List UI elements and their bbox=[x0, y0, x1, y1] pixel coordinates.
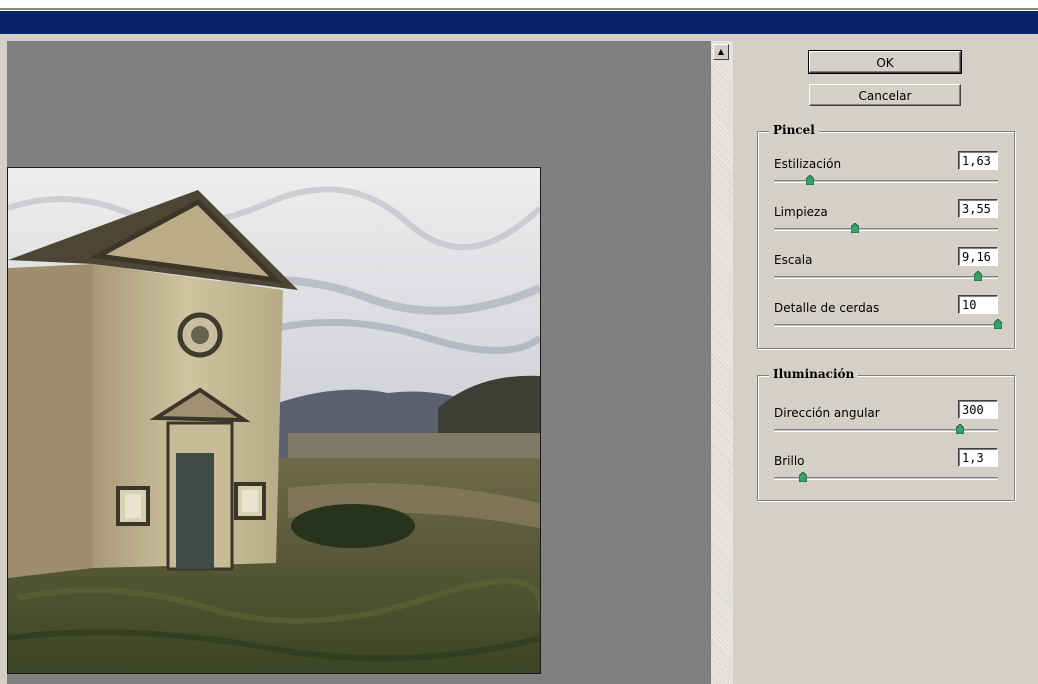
iluminacion-group: Iluminación Dirección angular 300 Brillo… bbox=[757, 367, 1015, 501]
limpieza-slider-track[interactable] bbox=[774, 228, 998, 231]
param-label: Escala bbox=[774, 253, 813, 267]
direccion-angular-slider-track[interactable] bbox=[774, 429, 998, 432]
pincel-legend: Pincel bbox=[769, 123, 819, 137]
param-label: Brillo bbox=[774, 454, 805, 468]
title-bar bbox=[0, 0, 1038, 34]
estilizacion-input[interactable]: 1,63 bbox=[958, 151, 998, 170]
param-label: Dirección angular bbox=[774, 406, 880, 420]
brillo-slider-thumb-icon[interactable] bbox=[799, 472, 808, 482]
param-detalle-de-cerdas: Detalle de cerdas 10 bbox=[774, 295, 1002, 335]
detalle-de-cerdas-slider-track[interactable] bbox=[774, 324, 998, 327]
cancel-button[interactable]: Cancelar bbox=[809, 84, 961, 106]
preview-image[interactable] bbox=[7, 167, 541, 674]
direccion-angular-slider-thumb-icon[interactable] bbox=[955, 424, 964, 434]
param-label: Estilización bbox=[774, 157, 842, 171]
scroll-up-arrow-icon[interactable]: ▲ bbox=[713, 44, 729, 60]
preview-area[interactable] bbox=[7, 41, 711, 684]
direccion-angular-input[interactable]: 300 bbox=[958, 400, 998, 419]
param-escala: Escala 9,16 bbox=[774, 247, 998, 287]
oil-paint-chapel-picture bbox=[8, 168, 540, 673]
param-estilizacion: Estilización 1,63 bbox=[774, 151, 998, 191]
param-limpieza: Limpieza 3,55 bbox=[774, 199, 998, 239]
preview-vertical-scrollbar[interactable]: ▲ bbox=[711, 41, 733, 684]
ok-button[interactable]: OK bbox=[808, 50, 962, 74]
detalle-de-cerdas-input[interactable]: 10 bbox=[958, 295, 998, 314]
param-label: Detalle de cerdas bbox=[774, 301, 880, 315]
escala-slider-track[interactable] bbox=[774, 276, 998, 279]
param-direccion-angular: Dirección angular 300 bbox=[774, 400, 998, 440]
param-label: Limpieza bbox=[774, 205, 828, 219]
iluminacion-legend: Iluminación bbox=[769, 367, 859, 381]
detalle-de-cerdas-slider-thumb-icon[interactable] bbox=[994, 319, 1002, 329]
title-bar-top-edge bbox=[0, 8, 1038, 10]
pincel-group: Pincel Estilización 1,63 Limpieza 3,55 E… bbox=[757, 123, 1015, 349]
limpieza-input[interactable]: 3,55 bbox=[958, 199, 998, 218]
brillo-slider-track[interactable] bbox=[774, 477, 998, 480]
title-bar-fill[interactable] bbox=[0, 11, 1038, 34]
escala-input[interactable]: 9,16 bbox=[958, 247, 998, 266]
estilizacion-slider-thumb-icon[interactable] bbox=[805, 175, 814, 185]
brillo-input[interactable]: 1,3 bbox=[958, 448, 998, 467]
param-brillo: Brillo 1,3 bbox=[774, 448, 998, 488]
limpieza-slider-thumb-icon[interactable] bbox=[850, 223, 859, 233]
escala-slider-thumb-icon[interactable] bbox=[973, 271, 982, 281]
